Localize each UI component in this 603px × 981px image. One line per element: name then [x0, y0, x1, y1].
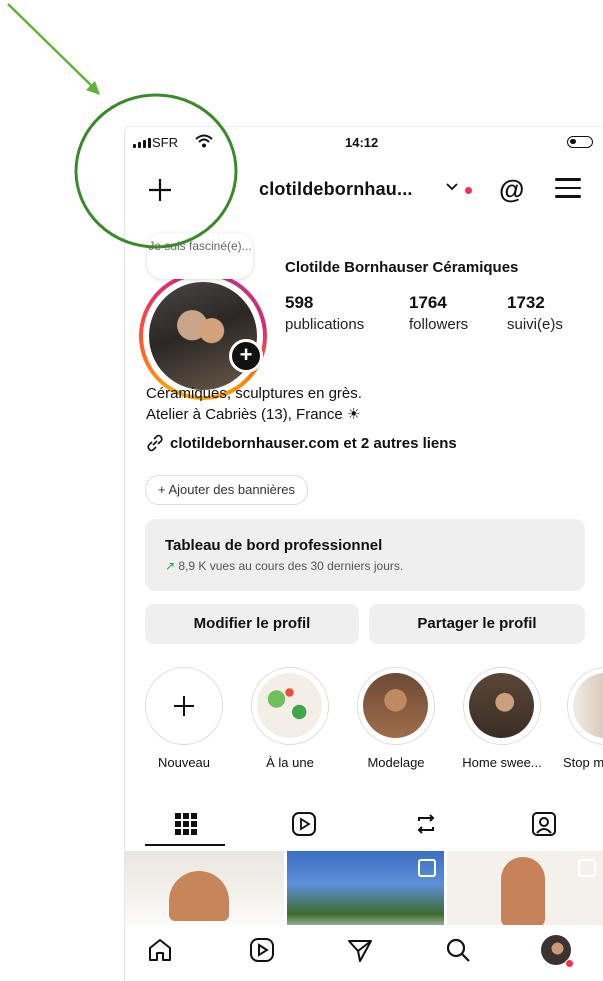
posts-grid — [125, 851, 603, 935]
threads-icon[interactable]: @ — [499, 174, 524, 205]
profile-tabs — [125, 799, 603, 847]
chevron-down-icon[interactable] — [445, 180, 459, 194]
battery-icon — [567, 136, 593, 148]
profile-avatar-ring[interactable] — [139, 272, 267, 400]
stat-followers[interactable]: 1764 followers — [409, 293, 468, 333]
stat-number: 598 — [285, 293, 314, 312]
hamburger-menu-icon[interactable] — [555, 178, 581, 204]
post-thumbnail[interactable] — [447, 851, 603, 935]
highlight-thumbnail — [469, 673, 534, 738]
add-story-icon[interactable]: + — [229, 339, 263, 373]
dashboard-subtitle-text: 8,9 K vues au cours des 30 derniers jour… — [178, 559, 404, 573]
reels-icon[interactable] — [247, 935, 277, 965]
profile-bio: Céramiques, sculptures en grès. Atelier … — [146, 383, 362, 425]
stat-number: 1732 — [507, 293, 545, 312]
notification-dot — [565, 959, 574, 968]
highlight-circle — [145, 667, 223, 745]
stat-label: suivi(e)s — [507, 316, 563, 333]
share-profile-button[interactable]: Partager le profil — [369, 604, 585, 644]
edit-profile-button[interactable]: Modifier le profil — [145, 604, 359, 644]
bio-link[interactable]: clotildebornhauser.com et 2 autres liens — [146, 434, 457, 452]
annotation-circle — [74, 93, 238, 249]
avatar — [149, 282, 257, 390]
multi-photo-icon — [418, 859, 436, 877]
account-username[interactable]: clotildebornhau... — [259, 179, 413, 200]
clock: 14:12 — [345, 135, 379, 150]
link-icon — [147, 434, 163, 452]
stat-label: publications — [285, 316, 365, 333]
highlight-featured[interactable]: À la une — [247, 667, 333, 770]
stat-following[interactable]: 1732 suivi(e)s — [507, 293, 563, 333]
bio-line: Céramiques, sculptures en grès. — [146, 385, 362, 402]
post-thumbnail[interactable] — [125, 851, 284, 935]
link-text: clotildebornhauser.com et 2 autres liens — [170, 434, 457, 452]
multi-photo-icon — [578, 859, 596, 877]
professional-dashboard[interactable]: Tableau de bord professionnel ↗ 8,9 K vu… — [145, 519, 585, 591]
stat-label: followers — [409, 316, 469, 333]
trend-arrow-icon: ↗ — [165, 559, 176, 573]
grid-icon[interactable] — [171, 809, 201, 839]
highlight-label: Modelage — [367, 755, 425, 770]
post-thumbnail[interactable] — [287, 851, 444, 935]
plus-icon — [174, 696, 194, 716]
profile-full-name: Clotilde Bornhauser Céramiques — [285, 259, 519, 276]
reposts-icon[interactable] — [411, 809, 441, 839]
highlight-modelage[interactable]: Modelage — [353, 667, 439, 770]
stat-number: 1764 — [409, 293, 447, 312]
highlight-label: Stop m — [563, 755, 603, 770]
add-banners-button[interactable]: + Ajouter des bannières — [145, 475, 308, 505]
sculpture-shape — [169, 871, 229, 921]
highlight-home-sweet[interactable]: Home swee... — [459, 667, 545, 770]
direct-icon[interactable] — [345, 935, 375, 965]
highlight-thumbnail — [573, 673, 603, 738]
phone-screen: SFR 14:12 clotildebornhau... @ + Je suis… — [124, 126, 603, 981]
search-icon[interactable] — [443, 935, 473, 965]
sculpture-shape — [501, 857, 545, 927]
highlight-label: Home swee... — [462, 755, 542, 770]
highlight-circle — [463, 667, 541, 745]
highlight-circle — [567, 667, 603, 745]
home-icon[interactable] — [145, 935, 175, 965]
notification-dot — [465, 187, 472, 194]
bottom-nav — [125, 925, 603, 981]
bio-line: Atelier à Cabriès (13), France ☀ — [146, 406, 361, 423]
highlight-circle — [251, 667, 329, 745]
highlight-thumbnail — [363, 673, 428, 738]
highlight-label: À la une — [266, 755, 314, 770]
highlight-label: Nouveau — [157, 755, 211, 770]
dashboard-subtitle: ↗ 8,9 K vues au cours des 30 derniers jo… — [165, 559, 403, 573]
avatar-frame — [143, 276, 263, 396]
highlight-circle — [357, 667, 435, 745]
highlight-stop[interactable]: Stop m — [563, 667, 603, 770]
active-tab-indicator — [145, 844, 225, 846]
reels-icon[interactable] — [289, 809, 319, 839]
highlight-thumbnail — [257, 673, 322, 738]
tagged-icon[interactable] — [529, 809, 559, 839]
stat-publications[interactable]: 598 publications — [285, 293, 364, 333]
highlight-new[interactable]: Nouveau — [141, 667, 227, 770]
dashboard-title: Tableau de bord professionnel — [165, 537, 383, 554]
